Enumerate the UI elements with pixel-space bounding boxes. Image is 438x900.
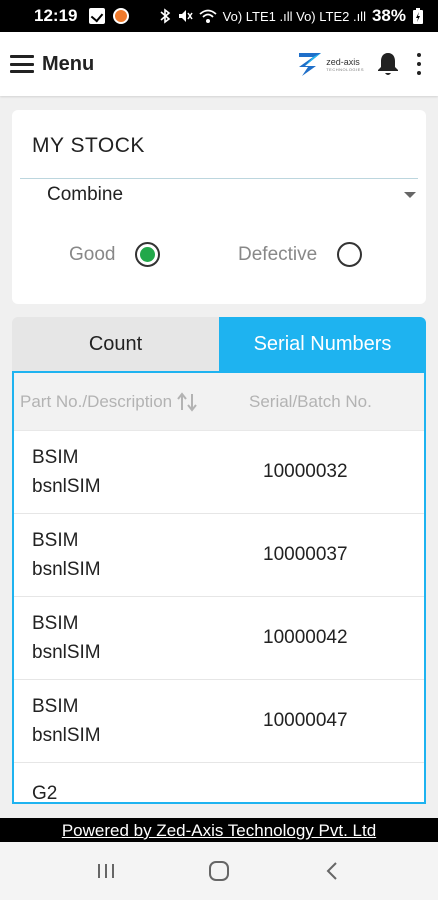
battery-percentage: 38% xyxy=(371,6,406,25)
stock-type-dropdown[interactable]: Combine xyxy=(20,178,418,218)
mute-icon xyxy=(178,10,193,22)
brand-name: zed-axis TECHNOLOGIES xyxy=(326,56,364,72)
table-row[interactable]: BSIM bsnlSIM 10000037 xyxy=(14,514,424,597)
brand-tagline: TECHNOLOGIES xyxy=(326,66,364,72)
stock-filter-card: MY STOCK Combine Good Defective xyxy=(12,110,426,304)
bluetooth-icon xyxy=(160,8,170,24)
page-title: MY STOCK xyxy=(32,134,145,157)
part-number: BSIM xyxy=(32,696,79,717)
radio-defective-button[interactable] xyxy=(337,242,363,267)
part-number: BSIM xyxy=(32,613,79,634)
powered-by-footer[interactable]: Powered by Zed-Axis Technology Pvt. Ltd xyxy=(0,818,438,842)
part-cell: BSIM bsnlSIM xyxy=(14,526,229,584)
part-description: bsnlSIM xyxy=(32,476,101,497)
recent-apps-button[interactable] xyxy=(86,851,126,891)
serial-number: 10000047 xyxy=(263,710,348,731)
zed-axis-logo-icon xyxy=(299,53,322,76)
network-signal: Vo) LTE1 .ıll Vo) LTE2 .ıll xyxy=(222,8,366,24)
serial-number: 10000037 xyxy=(263,544,348,565)
wifi-icon xyxy=(199,9,217,23)
part-description: bsnlSIM xyxy=(32,642,101,663)
back-icon xyxy=(326,862,337,880)
app-header: Menu zed-axis TECHNOLOGIES xyxy=(0,32,438,96)
back-button[interactable] xyxy=(312,851,352,891)
column-header-part[interactable]: Part No./Description xyxy=(14,392,229,412)
app-notification-icon xyxy=(113,8,130,24)
home-icon xyxy=(208,861,229,881)
home-button[interactable] xyxy=(199,851,239,891)
table-header: Part No./Description Serial/Batch No. xyxy=(14,373,424,431)
radio-good-label: Good xyxy=(69,243,116,265)
table-row[interactable]: BSIM bsnlSIM 10000032 xyxy=(14,431,424,514)
checkbox-notification-icon xyxy=(89,8,106,24)
part-number: G2 xyxy=(32,783,58,804)
part-cell: BSIM bsnlSIM xyxy=(14,692,229,750)
sort-icon[interactable] xyxy=(176,391,198,412)
serial-numbers-table: Part No./Description Serial/Batch No. BS… xyxy=(12,371,426,804)
radio-good[interactable]: Good xyxy=(69,242,161,267)
recent-apps-icon xyxy=(98,864,115,878)
part-cell: BSIM bsnlSIM xyxy=(14,443,229,501)
serial-number: 10000042 xyxy=(263,627,348,648)
view-tabs: Count Serial Numbers xyxy=(12,317,426,371)
column-header-serial: Serial/Batch No. xyxy=(249,391,372,411)
status-notification-icons xyxy=(89,8,130,24)
menu-label[interactable]: Menu xyxy=(42,53,94,76)
hamburger-menu-icon[interactable] xyxy=(10,55,34,73)
overflow-menu-icon[interactable] xyxy=(416,53,422,75)
battery-charging-icon xyxy=(413,8,423,24)
serial-number: 10000032 xyxy=(263,461,348,482)
radio-defective[interactable]: Defective xyxy=(238,242,363,267)
column-header-part-label: Part No./Description xyxy=(20,391,173,411)
part-description: bsnlSIM xyxy=(32,725,101,746)
brand-logo: zed-axis TECHNOLOGIES xyxy=(296,50,364,78)
tab-count[interactable]: Count xyxy=(12,317,219,371)
status-time: 12:19 xyxy=(34,6,78,25)
dropdown-selected-value: Combine xyxy=(47,184,124,205)
part-number: BSIM xyxy=(32,447,79,468)
radio-good-button[interactable] xyxy=(135,242,161,267)
radio-defective-label: Defective xyxy=(238,243,318,265)
system-nav-bar xyxy=(0,842,438,900)
part-number: BSIM xyxy=(32,530,79,551)
part-description: bsnlSIM xyxy=(32,559,101,580)
status-bar: 12:19 Vo) LTE1 .ıll Vo) LTE2 .ıll 38% xyxy=(0,0,438,32)
status-indicators: Vo) LTE1 .ıll Vo) LTE2 .ıll 38% xyxy=(159,6,424,26)
tab-serial-numbers[interactable]: Serial Numbers xyxy=(219,317,426,371)
part-cell: BSIM bsnlSIM xyxy=(14,609,229,667)
part-cell: G2 xyxy=(14,779,229,804)
notification-bell-icon[interactable] xyxy=(376,51,400,77)
table-row[interactable]: BSIM bsnlSIM 10000047 xyxy=(14,680,424,763)
dropdown-arrow-icon xyxy=(404,192,416,198)
table-row[interactable]: G2 xyxy=(14,763,424,804)
table-row[interactable]: BSIM bsnlSIM 10000042 xyxy=(14,597,424,680)
